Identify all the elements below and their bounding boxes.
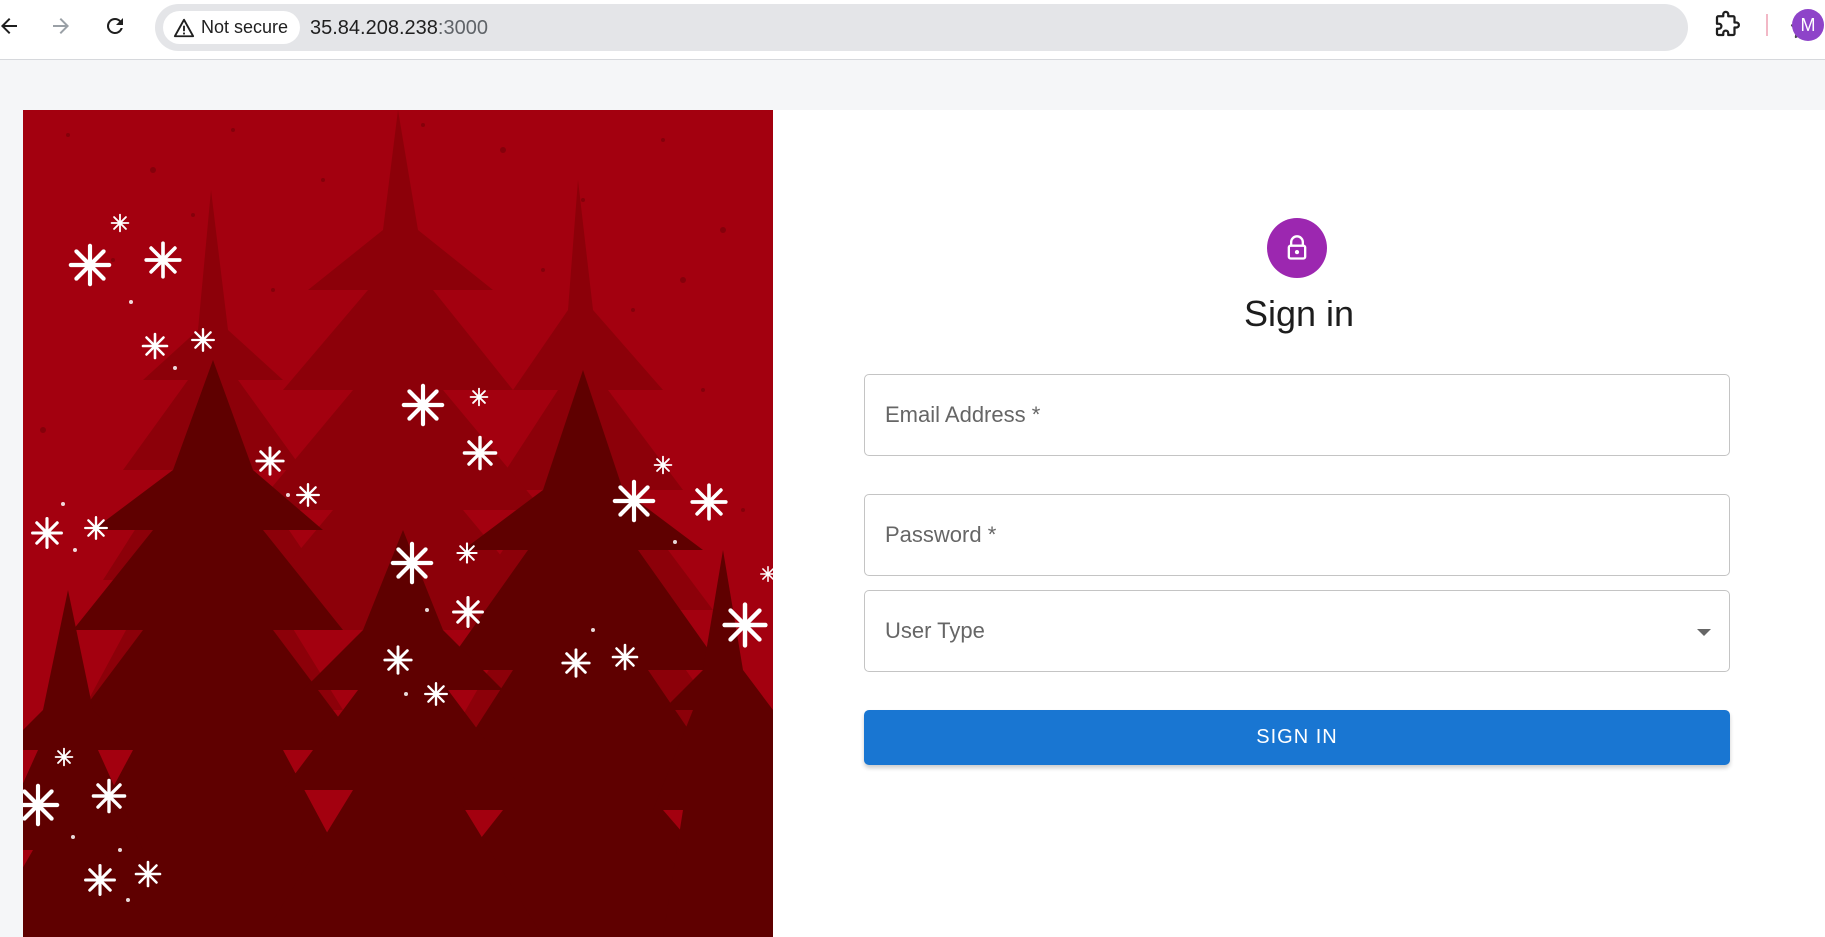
sign-in-panel: Sign in Email Address * Password * User … — [773, 110, 1825, 937]
url-text[interactable]: 35.84.208.238:3000 — [310, 17, 488, 40]
lock-avatar — [1267, 218, 1327, 278]
user-type-select[interactable]: User Type — [864, 590, 1730, 672]
security-chip[interactable]: Not secure — [163, 11, 301, 44]
page-title: Sign in — [1243, 293, 1355, 334]
forward-button[interactable] — [44, 9, 78, 43]
back-button[interactable] — [0, 9, 26, 43]
lock-icon — [1287, 235, 1307, 260]
email-field[interactable]: Email Address * — [864, 374, 1730, 456]
url-port: :3000 — [437, 17, 488, 39]
url-host: 35.84.208.238 — [310, 17, 438, 39]
sign-in-button[interactable]: SIGN IN — [864, 710, 1730, 765]
security-chip-label: Not secure — [201, 17, 289, 37]
email-field-label: Email Address * — [885, 402, 1041, 427]
hero-image — [23, 110, 773, 937]
dropdown-caret-icon — [1697, 629, 1711, 636]
password-field-label: Password * — [885, 522, 997, 547]
back-arrow-icon — [1, 18, 17, 34]
reload-icon — [106, 17, 123, 34]
reload-button[interactable] — [98, 9, 132, 43]
puzzle-icon[interactable] — [1712, 10, 1742, 40]
user-type-label: User Type — [885, 618, 985, 643]
forward-arrow-icon — [53, 18, 69, 34]
browser-toolbar: Not secure 35.84.208.238:3000 M — [0, 0, 1825, 60]
address-bar[interactable]: Not secure 35.84.208.238:3000 — [155, 4, 1814, 51]
warning-icon — [173, 18, 195, 37]
password-field[interactable]: Password * — [864, 494, 1730, 576]
profile-avatar[interactable]: M — [1792, 9, 1824, 41]
winter-forest-illustration — [23, 110, 773, 937]
toolbar-divider — [1766, 14, 1768, 36]
